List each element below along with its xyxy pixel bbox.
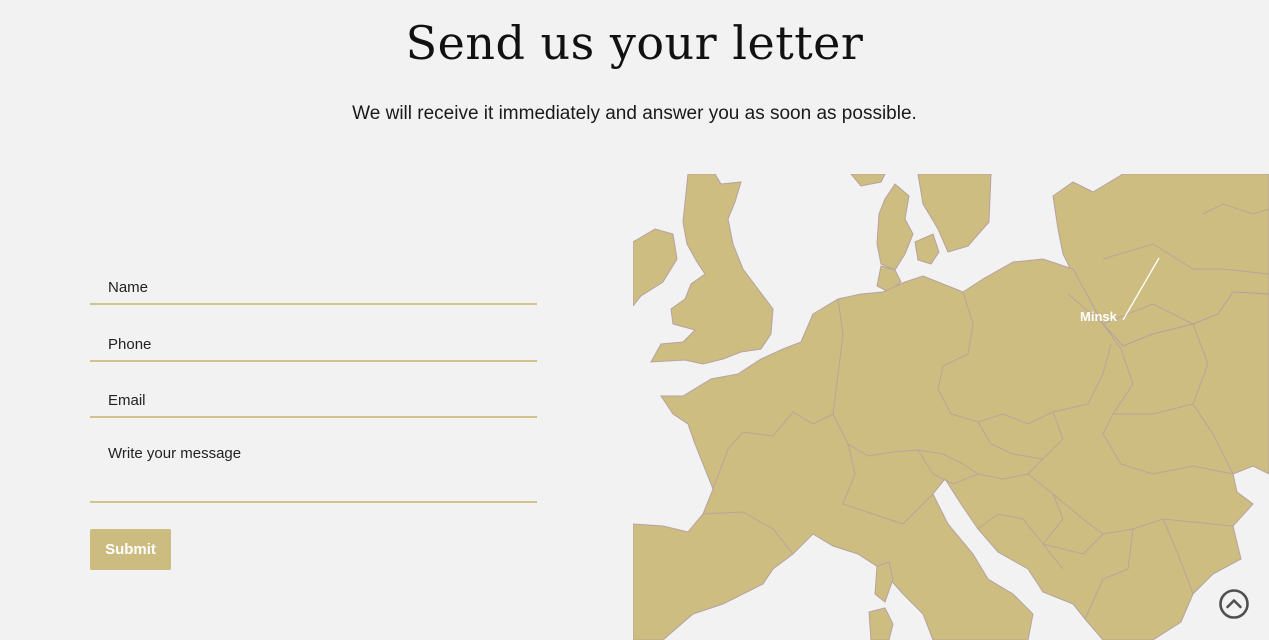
ireland-shape — [633, 228, 678, 307]
email-field[interactable] — [90, 385, 537, 418]
page-subtitle: We will receive it immediately and answe… — [352, 103, 917, 124]
islands-shape — [850, 174, 886, 187]
phone-field[interactable] — [90, 328, 537, 362]
scroll-to-top-button[interactable] — [1219, 589, 1249, 619]
page-title: Send us your letter — [405, 16, 864, 70]
map-marker-label[interactable]: Minsk — [1080, 309, 1117, 324]
corsica-shape — [874, 561, 894, 603]
message-field[interactable] — [90, 441, 537, 503]
europe-map-graphic — [633, 174, 1269, 640]
sardinia-shape — [868, 607, 894, 640]
europe-map: Minsk — [633, 174, 1269, 640]
norway-shape — [876, 183, 914, 271]
gotland-shape — [914, 233, 940, 265]
chevron-up-circle-icon — [1219, 589, 1249, 619]
name-field[interactable] — [90, 272, 537, 305]
submit-button[interactable]: Submit — [90, 529, 171, 570]
